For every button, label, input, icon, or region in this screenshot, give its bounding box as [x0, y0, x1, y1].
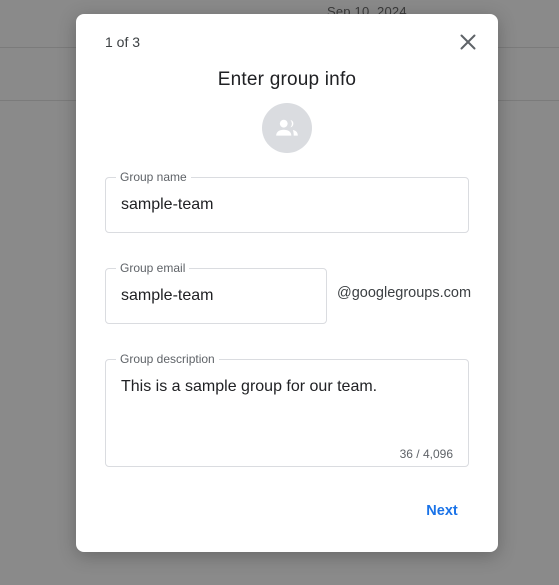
- group-email-label: Group email: [116, 261, 190, 275]
- character-counter: 36 / 4,096: [399, 447, 453, 461]
- create-group-dialog: 1 of 3 Enter group info Group name sampl…: [76, 14, 498, 552]
- dialog-title: Enter group info: [217, 69, 357, 90]
- group-description-textarea[interactable]: This is a sample group for our team.: [121, 378, 377, 396]
- group-icon: [276, 119, 298, 136]
- close-button[interactable]: [456, 30, 480, 54]
- group-name-field[interactable]: Group name sample-team: [105, 170, 469, 233]
- group-description-label: Group description: [116, 352, 219, 366]
- group-email-field[interactable]: Group email sample-team: [105, 261, 327, 324]
- next-button[interactable]: Next: [414, 495, 470, 527]
- group-avatar: [262, 103, 312, 153]
- email-domain-suffix: @googlegroups.com: [337, 285, 472, 301]
- group-description-field[interactable]: Group description This is a sample group…: [105, 352, 469, 467]
- step-indicator: 1 of 3: [105, 34, 141, 50]
- group-email-input[interactable]: sample-team: [121, 287, 213, 305]
- group-name-label: Group name: [116, 170, 191, 184]
- group-name-input[interactable]: sample-team: [121, 196, 213, 214]
- close-icon: [460, 34, 476, 50]
